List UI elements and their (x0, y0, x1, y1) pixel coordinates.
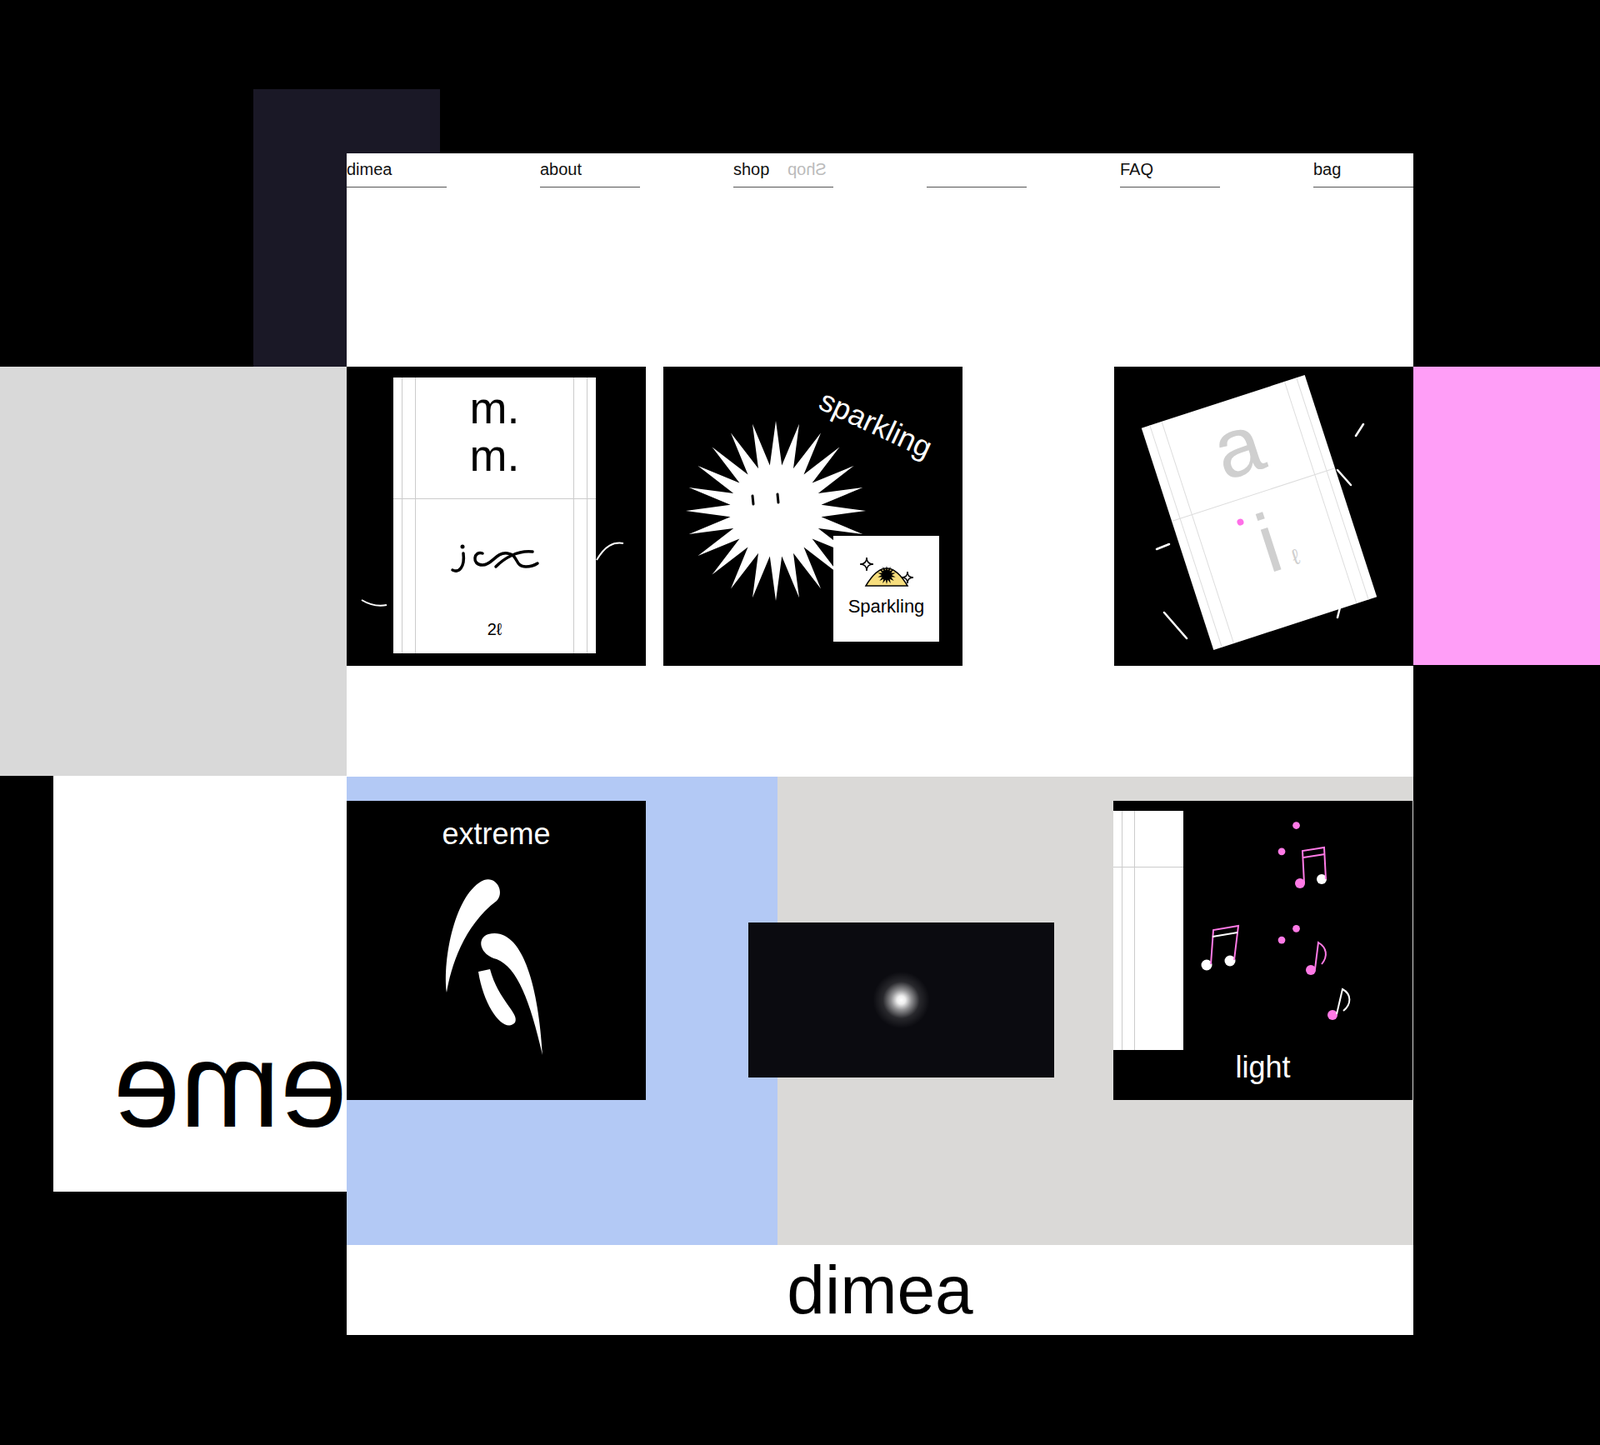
menu: dimea about shop Shop FAQ bag (346, 153, 1414, 188)
website: dimea about shop Shop FAQ bag m.m. 2ℓ sparkling… (346, 153, 1414, 1335)
menu-item[interactable]: dimea (346, 158, 447, 188)
side-word: eme (113, 1025, 347, 1146)
canvas: eme dimea about shop Shop FAQ bag m.m. 2ℓ spark… (0, 0, 1600, 1445)
grey-panel (0, 366, 347, 776)
product-tile[interactable]: aiℓ (1114, 366, 1414, 666)
menu-link[interactable]: dimea (346, 160, 392, 179)
featured-row: m.m. 2ℓ sparklingSparkling aiℓ (346, 366, 1414, 666)
lower-row: extreme light (346, 776, 1414, 1245)
squiggle-icon (449, 541, 541, 575)
product-tile[interactable]: extreme (346, 800, 646, 1100)
pink-panel (1413, 366, 1600, 665)
specimen-top: a (1141, 375, 1335, 522)
specimen-letter: i (1247, 500, 1291, 585)
menu-item[interactable]: FAQ (1120, 158, 1220, 188)
menu-link[interactable]: about (540, 160, 582, 179)
product-title: extreme (346, 815, 646, 852)
specimen-bottom: iℓ (1232, 495, 1305, 590)
glow-video[interactable] (748, 922, 1055, 1078)
menu-item[interactable]: shop Shop (733, 158, 834, 188)
footer-logo: dimea (786, 1255, 973, 1325)
product-tile[interactable]: sparklingSparkling (663, 366, 963, 666)
menu-item[interactable]: bag (1313, 158, 1414, 188)
card-top: m.m. (393, 377, 596, 500)
footer: dimea (346, 1245, 1414, 1335)
pink-dot (1235, 518, 1245, 527)
card-volume: 2ℓ (393, 616, 596, 654)
menu-link[interactable]: shop (733, 160, 770, 179)
side-panel: eme (53, 775, 347, 1192)
menu-blank (926, 158, 1027, 188)
glow-slot (645, 800, 1114, 1078)
eye-icon (859, 550, 915, 590)
specimen-card: aiℓ (1141, 375, 1377, 650)
swirl-icon (438, 875, 547, 1060)
product-label-card: Sparkling (833, 535, 940, 642)
product-tile[interactable]: light (1113, 800, 1413, 1100)
product-title: light (1113, 1049, 1413, 1085)
menu-link[interactable]: FAQ (1120, 160, 1154, 179)
menu-link[interactable]: bag (1313, 160, 1341, 179)
card-title: m. (393, 384, 596, 432)
mirrored-label: Shop (787, 158, 827, 180)
specimen-letter: a (1200, 394, 1275, 498)
card-title: m. (393, 431, 596, 480)
header: dimea about shop Shop FAQ bag (346, 153, 1414, 367)
specimen-small: ℓ (1287, 540, 1305, 575)
product-label: Sparkling (848, 595, 925, 618)
product-card: m.m. 2ℓ (393, 377, 596, 654)
specimen-card (1113, 810, 1184, 1050)
product-tile[interactable]: m.m. 2ℓ (346, 366, 646, 666)
menu-item[interactable]: about (540, 158, 640, 188)
card-art (393, 499, 596, 617)
